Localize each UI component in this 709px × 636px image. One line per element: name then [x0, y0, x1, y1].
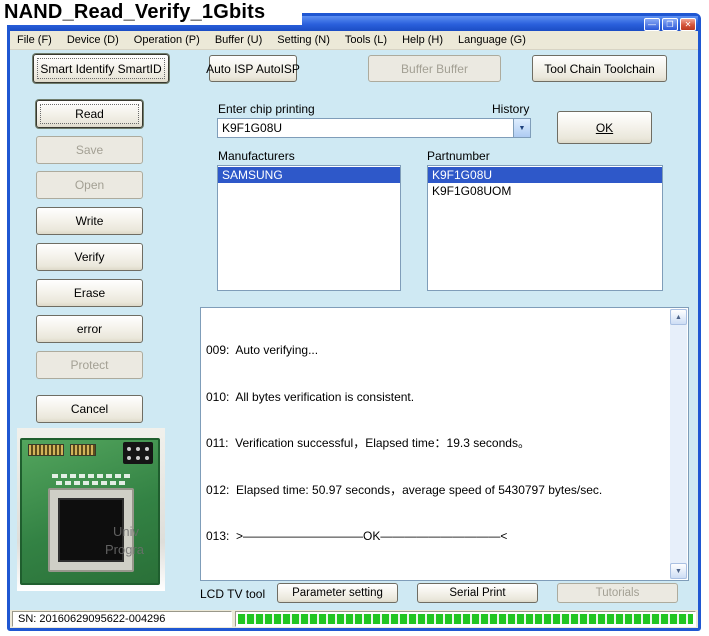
read-button[interactable]: Read — [36, 100, 143, 128]
log-output[interactable]: 009: Auto verifying... 010: All bytes ve… — [200, 307, 689, 581]
progress-cell — [235, 611, 696, 627]
error-button[interactable]: error — [36, 315, 143, 343]
menu-device[interactable]: Device (D) — [67, 34, 119, 46]
serial-print-button[interactable]: Serial Print — [417, 583, 538, 603]
chip-combobox[interactable]: K9F1G08U ▼ — [217, 118, 531, 138]
smart-identify-button[interactable]: Smart Identify SmartID — [33, 54, 169, 83]
log-line: 014: Chip pins contact is detected OK. — [206, 576, 666, 578]
enter-chip-label: Enter chip printing — [218, 102, 315, 116]
protect-button: Protect — [36, 351, 143, 379]
ok-label: OK — [595, 120, 614, 135]
cancel-button[interactable]: Cancel — [36, 395, 143, 423]
save-button: Save — [36, 136, 143, 164]
status-bar: SN: 20160629095622-004296 — [10, 610, 698, 628]
lcd-tv-label: LCD TV tool — [200, 587, 266, 601]
silkscreen-text — [52, 474, 132, 478]
erase-button[interactable]: Erase — [36, 279, 143, 307]
menu-operation[interactable]: Operation (P) — [134, 34, 200, 46]
list-item-partnumber[interactable]: K9F1G08U — [428, 167, 662, 183]
log-line: 013: >——————————OK——————————< — [206, 529, 508, 543]
menu-setting[interactable]: Setting (N) — [277, 34, 330, 46]
page-title: NAND_Read_Verify_1Gbits — [0, 0, 302, 25]
serial-number-text: SN: 20160629095622-004296 — [12, 611, 232, 627]
tutorials-button: Tutorials — [557, 583, 678, 603]
log-lines: 009: Auto verifying... 010: All bytes ve… — [206, 312, 666, 577]
read-label: Read — [75, 107, 104, 121]
programmer-photo: Univ Progra — [17, 428, 165, 591]
minimize-icon[interactable]: — — [644, 17, 660, 31]
tool-chain-button[interactable]: Tool Chain Toolchain — [532, 55, 667, 82]
partnumber-label: Partnumber — [427, 149, 490, 163]
pcb-board — [20, 438, 160, 585]
chip-combobox-value[interactable]: K9F1G08U — [218, 119, 513, 137]
auto-isp-button[interactable]: Auto ISP AutoISP — [206, 55, 300, 82]
log-line: 011: Verification successful，Elapsed tim… — [206, 436, 530, 450]
silkscreen-text — [56, 481, 126, 485]
log-line: 010: All bytes verification is consisten… — [206, 389, 415, 404]
write-button[interactable]: Write — [36, 207, 143, 235]
progress-bar — [238, 614, 693, 624]
connector-icon — [123, 442, 153, 464]
log-line: 009: Auto verifying... — [206, 343, 319, 357]
verify-button[interactable]: Verify — [36, 243, 143, 271]
open-button: Open — [36, 171, 143, 199]
log-line: 012: Elapsed time: 50.97 seconds，average… — [206, 482, 603, 497]
scroll-down-icon[interactable]: ▼ — [670, 563, 687, 579]
menu-language[interactable]: Language (G) — [458, 34, 526, 46]
menu-buffer[interactable]: Buffer (U) — [215, 34, 262, 46]
pin-header-icon — [28, 444, 64, 456]
manufacturers-label: Manufacturers — [218, 149, 295, 163]
log-scrollbar[interactable]: ▲ ▼ — [670, 309, 687, 579]
menu-bar: File (F) Device (D) Operation (P) Buffer… — [10, 31, 698, 50]
chevron-down-icon[interactable]: ▼ — [513, 119, 530, 137]
history-label: History — [492, 102, 530, 116]
close-icon[interactable]: ✕ — [680, 17, 696, 31]
smart-identify-label: Smart Identify SmartID — [40, 61, 162, 76]
photo-watermark: Progra — [105, 542, 145, 557]
scroll-up-icon[interactable]: ▲ — [670, 309, 687, 325]
menu-file[interactable]: File (F) — [17, 34, 52, 46]
parameter-setting-button[interactable]: Parameter setting — [277, 583, 398, 603]
manufacturers-list[interactable]: SAMSUNG — [217, 165, 401, 291]
list-item-manufacturer[interactable]: SAMSUNG — [218, 167, 400, 183]
menu-help[interactable]: Help (H) — [402, 34, 443, 46]
menu-tools[interactable]: Tools (L) — [345, 34, 387, 46]
app-window: — ❐ ✕ File (F) Device (D) Operation (P) … — [7, 13, 701, 631]
photo-watermark: Univ — [113, 524, 140, 539]
maximize-icon[interactable]: ❐ — [662, 17, 678, 31]
partnumber-list[interactable]: K9F1G08U K9F1G08UOM — [427, 165, 663, 291]
ok-button[interactable]: OK — [557, 111, 652, 144]
list-item-partnumber[interactable]: K9F1G08UOM — [428, 183, 662, 199]
pin-header-icon — [70, 444, 96, 456]
buffer-button: Buffer Buffer — [368, 55, 501, 82]
